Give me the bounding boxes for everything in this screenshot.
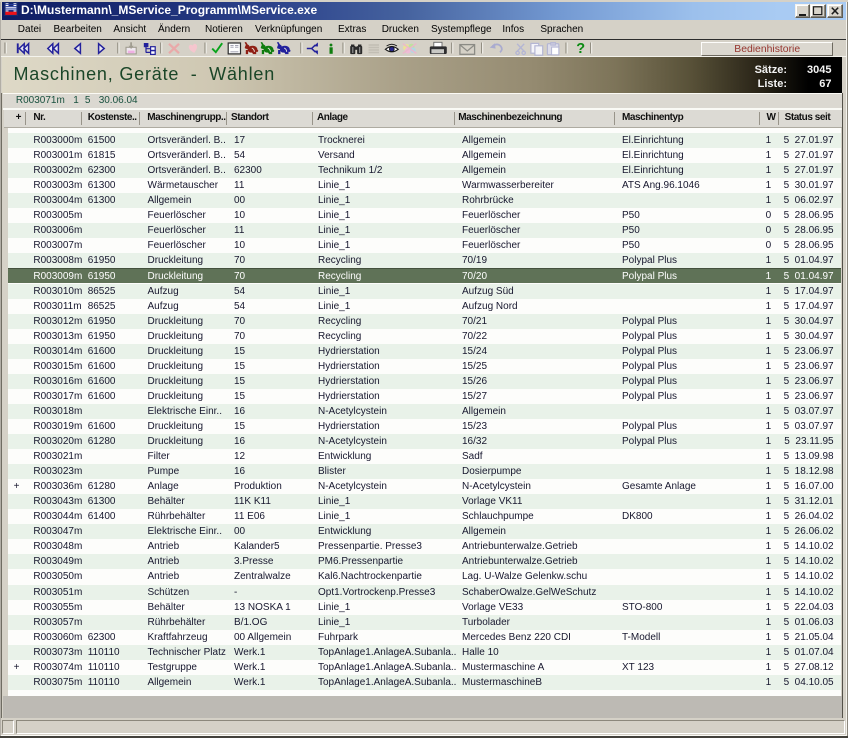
svg-text:?: ? xyxy=(576,41,585,56)
